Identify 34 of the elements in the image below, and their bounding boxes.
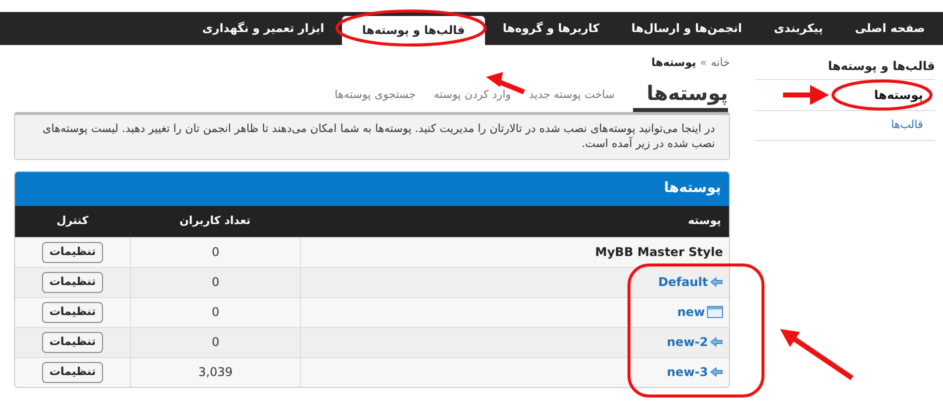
page-tab[interactable]: ساخت پوسته جدید: [528, 87, 615, 112]
description-text: در اینجا می‌توانید پوسته‌های نصب شده در تالارتان را مدیریت کنید. پوسته‌ها به شما امکان می‌دهند تا ظاهر انجمن تان را تغییر دهید. لیست پوسته‌های نصب شده در زیر آمده است.: [14, 112, 730, 160]
table-cell: 3,039: [130, 358, 300, 386]
sidebar-item[interactable]: قالب‌ها: [755, 111, 935, 140]
settings-button[interactable]: تنظیمات: [42, 242, 103, 262]
column-header: تعداد کاربران: [178, 212, 252, 229]
theme-name: MyBB Master Style: [595, 244, 723, 261]
table-title: پوسته‌ها: [15, 172, 729, 206]
nav-tab[interactable]: کاربرها و گروه‌ها: [488, 12, 614, 45]
window-icon: [707, 306, 723, 318]
nav-tab[interactable]: انجمن‌ها و ارسال‌ها: [617, 12, 756, 45]
annotation-arrow: [783, 85, 829, 105]
settings-button[interactable]: تنظیمات: [42, 332, 103, 352]
arrow-icon: [710, 367, 723, 377]
page-tab[interactable]: جستجوی پوسته‌ها: [334, 87, 416, 112]
breadcrumb-current: پوسته‌ها: [651, 55, 696, 71]
breadcrumb-link[interactable]: خانه: [710, 55, 730, 72]
theme-link[interactable]: new: [677, 303, 705, 321]
settings-button[interactable]: تنظیمات: [42, 272, 103, 292]
nav-tab[interactable]: پیکربندی: [760, 12, 837, 45]
column-header: کنترل: [56, 212, 90, 229]
arrow-icon: [710, 277, 723, 287]
column-header: پوسته: [686, 212, 722, 229]
settings-button[interactable]: تنظیمات: [42, 362, 103, 382]
breadcrumb-separator: »: [700, 55, 707, 71]
arrow-icon: [710, 337, 723, 347]
sidebar-heading: قالب‌ها و پوسته‌ها: [755, 55, 935, 80]
theme-link[interactable]: new-2: [666, 333, 708, 351]
theme-link[interactable]: Default: [658, 273, 708, 291]
theme-link[interactable]: new-3: [666, 363, 708, 381]
page-tab[interactable]: وارد کردن پوسته: [434, 87, 511, 112]
settings-button[interactable]: تنظیمات: [42, 302, 103, 322]
nav-tab[interactable]: ابزار تعمیر و نگهداری: [188, 12, 338, 45]
nav-tab[interactable]: صفحه اصلی: [840, 12, 939, 45]
